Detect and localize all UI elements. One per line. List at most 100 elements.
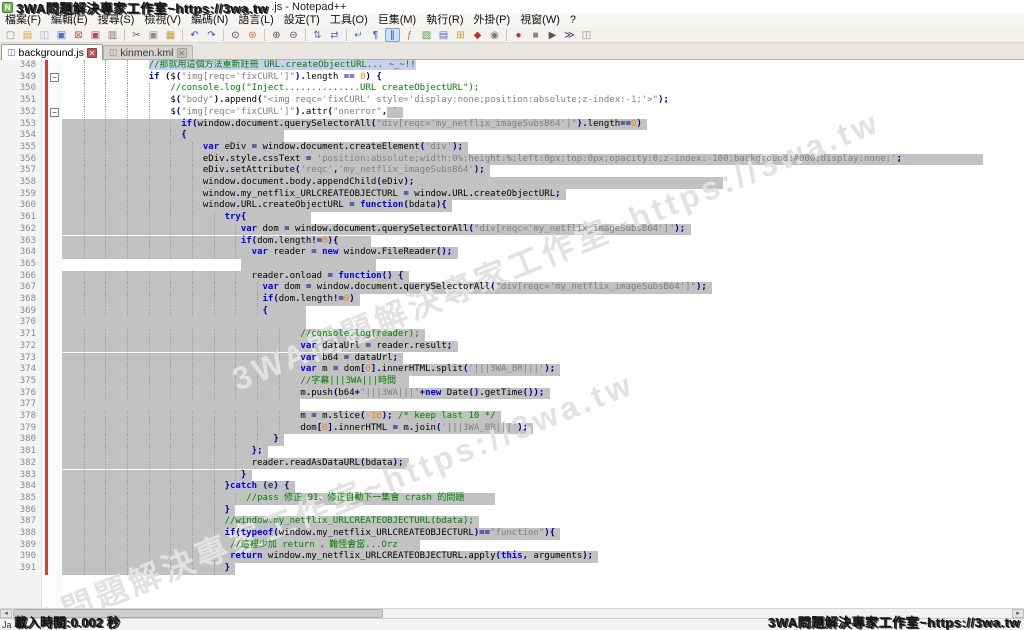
tab-close-icon[interactable]: ✕ [177, 48, 187, 58]
code-line[interactable]: eDiv.style.cssText = 'position:absolute;… [62, 154, 902, 166]
open-file-icon[interactable]: ▤ [20, 28, 35, 42]
menu-item-[interactable]: ? [565, 14, 581, 27]
code-line[interactable]: if(window.document.querySelectorAll("div… [62, 119, 642, 131]
line-number: 385 [0, 493, 36, 505]
code-line[interactable]: //console.log("Inject..............URL c… [62, 83, 479, 95]
zoom-in-icon[interactable]: ⊕ [269, 28, 284, 42]
replace-icon[interactable]: ⊛ [245, 28, 260, 42]
code-line[interactable]: } [62, 505, 230, 517]
line-number: 374 [0, 364, 36, 376]
code-line[interactable]: //字幕|||3WA|||時間 [62, 376, 396, 388]
tab-close-icon[interactable]: ✕ [87, 48, 97, 58]
line-number: 378 [0, 411, 36, 423]
pdf-export-icon[interactable]: ◆ [470, 28, 485, 42]
line-number: 348 [0, 60, 36, 72]
macro-record-icon[interactable]: ● [511, 28, 526, 42]
code-line[interactable]: var dataUrl = reader.result; [62, 341, 452, 353]
code-line[interactable]: //那就用這個方法重新註冊 URL.createObjectURL... ~_~… [62, 60, 416, 72]
sync-vertical-icon[interactable]: ⇅ [310, 28, 325, 42]
code-line[interactable]: window.my_netflix_URLCREATEOBJECTURL = w… [62, 189, 561, 201]
undo-icon[interactable]: ↶ [187, 28, 202, 42]
code-line[interactable]: if(dom.length!=0){ [62, 236, 338, 248]
menu-item-工具O[interactable]: 工具(O) [325, 14, 373, 27]
menu-item-巨集M[interactable]: 巨集(M) [373, 14, 422, 27]
tab-background.js[interactable]: ◫background.js✕ [1, 44, 103, 60]
code-line[interactable]: }catch (e) { [62, 481, 290, 493]
code-line[interactable]: eDiv.setAttribute('reqc','my_netflix_ima… [62, 165, 485, 177]
line-number: 383 [0, 470, 36, 482]
code-line[interactable]: m.push(b64+"|||3WA|||"+new Date().getTim… [62, 388, 544, 400]
code-line[interactable]: { [62, 306, 268, 318]
show-all-characters-icon[interactable]: ¶ [368, 28, 383, 42]
code-line[interactable]: var reader = new window.FileReader(); [62, 247, 452, 259]
file-icon: ◫ [7, 47, 16, 58]
code-line[interactable]: if(dom.length!=0) [62, 294, 355, 306]
macro-run-multiple-icon[interactable]: ≫ [562, 28, 577, 42]
code-line[interactable]: var m = dom[0].innerHTML.split('|||3WA_B… [62, 364, 555, 376]
line-number: 360 [0, 200, 36, 212]
redo-icon[interactable]: ↷ [204, 28, 219, 42]
code-line[interactable]: var eDiv = window.document.createElement… [62, 142, 463, 154]
code-line[interactable]: { [62, 130, 187, 142]
macro-play-icon[interactable]: ▶ [545, 28, 560, 42]
folder-workspace-icon[interactable]: ⊞ [453, 28, 468, 42]
code-line[interactable]: return window.my_netflix_URLCREATEOBJECT… [62, 551, 593, 563]
cut-icon[interactable]: ✂ [129, 28, 144, 42]
menu-item-外掛P[interactable]: 外掛(P) [469, 14, 516, 27]
code-line[interactable]: } [62, 434, 279, 446]
code-line[interactable]: //window.my_netflix_URLCREATEOBJECTURL(b… [62, 516, 474, 528]
code-line[interactable]: try{ [62, 212, 246, 224]
code-line[interactable]: } [62, 563, 230, 575]
code-line[interactable]: //console.log(reader); [62, 329, 420, 341]
sync-horizontal-icon[interactable]: ⇄ [327, 28, 342, 42]
macro-stop-icon[interactable]: ■ [528, 28, 543, 42]
toolbar-separator [182, 29, 183, 41]
zoom-out-icon[interactable]: ⊖ [286, 28, 301, 42]
function-list-icon[interactable]: ƒ [402, 28, 417, 42]
document-map-icon[interactable]: ▨ [419, 28, 434, 42]
code-line[interactable]: reader.readAsDataURL(bdata); [62, 458, 403, 470]
code-line[interactable]: reader.onload = function() { [62, 271, 403, 283]
code-line[interactable]: var b64 = dataUrl; [62, 353, 398, 365]
menu-item-執行R[interactable]: 執行(R) [421, 14, 468, 27]
code-editor[interactable]: 3WA問題解決專家工作室~https://3wa.tw 3WA問題解決專家工作室… [0, 60, 1024, 608]
menu-item-設定T[interactable]: 設定(T) [279, 14, 325, 27]
line-number: 356 [0, 154, 36, 166]
code-line[interactable]: m = m.slice(-10); /* keep last 10 */ [62, 411, 496, 423]
close-all-icon[interactable]: ▣ [88, 28, 103, 42]
code-line[interactable]: $("img[reqc='fixCURL']").attr("onerror",… [62, 107, 398, 119]
save-all-icon[interactable]: ▣ [54, 28, 69, 42]
code-line[interactable]: window.document.body.appendChild(eDiv); [62, 177, 414, 189]
line-number: 389 [0, 540, 36, 552]
print-icon[interactable]: ▥ [105, 28, 120, 42]
line-number: 363 [0, 236, 36, 248]
code-line[interactable]: var dom = window.document.querySelectorA… [62, 282, 707, 294]
code-line[interactable]: window.URL.createObjectURL = function(bd… [62, 200, 447, 212]
code-line[interactable]: var dom = window.document.querySelectorA… [62, 224, 685, 236]
code-line[interactable]: if ($("img[reqc='fixCURL']").length == 0… [62, 72, 382, 84]
code-line[interactable]: dom[0].innerHTML = m.join('|||3WA_BR|||'… [62, 423, 528, 435]
fold-collapse-box[interactable]: − [50, 108, 59, 117]
line-number: 380 [0, 434, 36, 446]
code-line[interactable]: }; [62, 446, 263, 458]
code-line[interactable]: } [62, 470, 246, 482]
code-line[interactable]: //這裡少加 return ，難怪會當...Orz [62, 540, 398, 552]
monitoring-eye-icon[interactable]: ◉ [487, 28, 502, 42]
code-line[interactable]: $("body").append("<img reqc='fixCURL' st… [62, 95, 669, 107]
word-wrap-icon[interactable]: ↵ [351, 28, 366, 42]
menu-item-視窗W[interactable]: 視窗(W) [515, 14, 565, 27]
save-icon[interactable]: ◫ [37, 28, 52, 42]
paste-icon[interactable]: ▦ [163, 28, 178, 42]
fold-collapse-box[interactable]: − [50, 73, 59, 82]
close-icon[interactable]: ⊠ [71, 28, 86, 42]
show-indent-guide-icon[interactable]: ∥ [385, 28, 400, 42]
code-line[interactable]: if(typeof(window.my_netflix_URLCREATEOBJ… [62, 528, 555, 540]
tab-kinmen.kml[interactable]: ◫kinmen.kml✕ [103, 45, 193, 59]
code-line[interactable]: //pass 修正 91、修正自動下一集會 crash 的問題 [62, 493, 464, 505]
macro-save-icon[interactable]: ◫ [579, 28, 594, 42]
new-file-icon[interactable]: ▢ [3, 28, 18, 42]
document-list-icon[interactable]: ▤ [436, 28, 451, 42]
find-icon[interactable]: ⊙ [228, 28, 243, 42]
scroll-left-arrow[interactable]: ◂ [0, 609, 12, 618]
copy-icon[interactable]: ▣ [146, 28, 161, 42]
